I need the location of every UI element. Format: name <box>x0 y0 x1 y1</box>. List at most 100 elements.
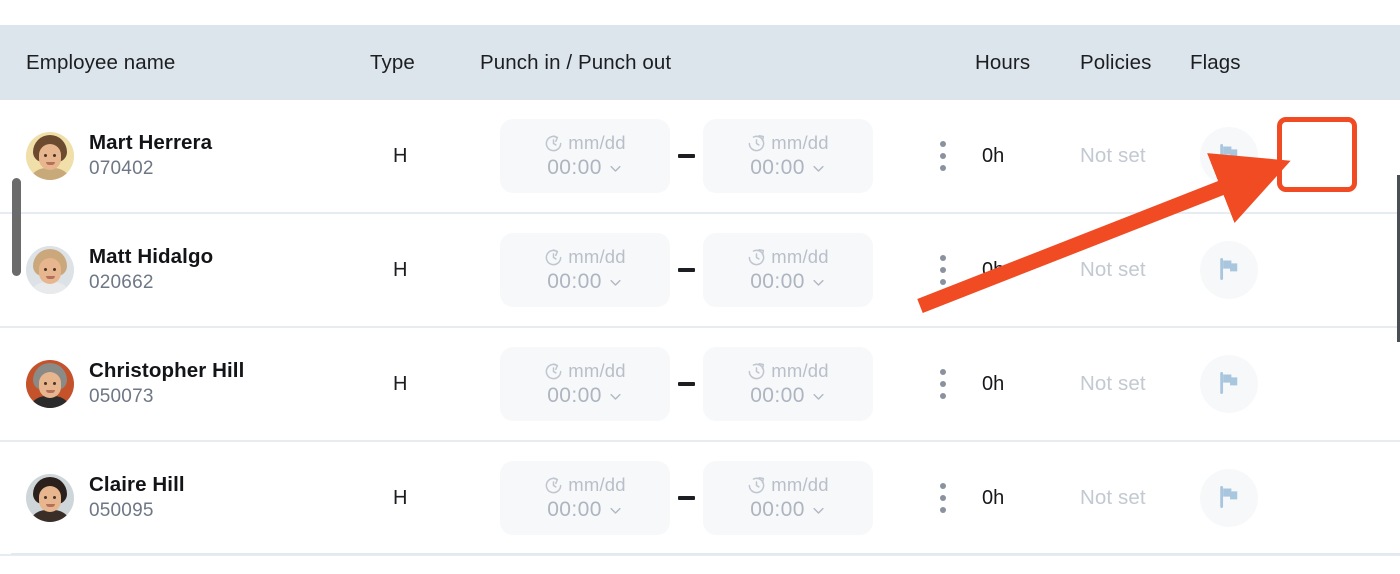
hours-value: 0h <box>982 372 1005 395</box>
flag-button[interactable] <box>1200 355 1258 413</box>
punch-in-time-select[interactable]: 00:00 <box>547 156 623 180</box>
table-row[interactable]: Christopher Hill 050073 H mm/dd 00:00 mm… <box>0 328 1400 442</box>
type-cell: H <box>370 373 480 396</box>
policies-value: Not set <box>1080 372 1146 395</box>
punch-out-time-select[interactable]: 00:00 <box>750 270 826 294</box>
punch-out-field[interactable]: mm/dd 00:00 <box>703 347 873 421</box>
punch-in-time-value: 00:00 <box>547 270 602 293</box>
employee-text: Claire Hill 050095 <box>89 473 185 522</box>
clock-arrow-out-icon <box>747 248 766 267</box>
employee-cell[interactable]: Mart Herrera 070402 <box>0 131 370 180</box>
kebab-dot-icon <box>939 393 946 399</box>
punch-out-field[interactable]: mm/dd 00:00 <box>703 233 873 307</box>
punch-range-separator <box>678 496 695 500</box>
kebab-dot-icon <box>939 267 946 273</box>
type-value: H <box>393 486 408 509</box>
policies-cell[interactable]: Not set <box>1080 144 1190 168</box>
punch-range-separator <box>678 154 695 158</box>
employee-id: 050095 <box>89 500 154 522</box>
timesheet-screen: Employee name Type Punch in / Punch out … <box>0 0 1400 574</box>
punch-range-separator <box>678 382 695 386</box>
kebab-dot-icon <box>939 255 946 261</box>
type-cell: H <box>370 259 480 282</box>
punch-in-time-value: 00:00 <box>547 384 602 407</box>
policies-cell[interactable]: Not set <box>1080 486 1190 510</box>
punch-out-date: mm/dd <box>747 360 829 382</box>
flags-cell <box>1190 355 1300 413</box>
clock-arrow-out-icon <box>747 476 766 495</box>
punch-in-field[interactable]: mm/dd 00:00 <box>500 461 670 535</box>
employee-cell[interactable]: Matt Hidalgo 020662 <box>0 245 370 294</box>
punch-out-date-placeholder: mm/dd <box>771 360 829 381</box>
punch-in-time-value: 00:00 <box>547 498 602 521</box>
row-actions-menu-button[interactable] <box>910 141 975 171</box>
punch-in-date: mm/dd <box>544 360 626 382</box>
hours-cell: 0h <box>975 259 1080 282</box>
punch-out-time-value: 00:00 <box>750 384 805 407</box>
row-actions-menu-button[interactable] <box>910 255 975 285</box>
punch-out-field[interactable]: mm/dd 00:00 <box>703 119 873 193</box>
vertical-scrollbar-left[interactable] <box>12 178 21 276</box>
punch-in-time-select[interactable]: 00:00 <box>547 498 623 522</box>
flags-cell <box>1190 241 1300 299</box>
column-header-punch[interactable]: Punch in / Punch out <box>480 51 910 75</box>
flag-button[interactable] <box>1200 127 1258 185</box>
flag-button[interactable] <box>1200 469 1258 527</box>
employee-name: Claire Hill <box>89 473 185 497</box>
column-header-flags[interactable]: Flags <box>1190 51 1300 75</box>
table-row[interactable]: Claire Hill 050095 H mm/dd 00:00 mm/dd 0… <box>0 442 1400 556</box>
kebab-dot-icon <box>939 507 946 513</box>
punch-in-time-select[interactable]: 00:00 <box>547 270 623 294</box>
employee-id: 020662 <box>89 272 154 294</box>
punch-cell: mm/dd 00:00 mm/dd 00:00 <box>480 461 910 535</box>
punch-out-time-select[interactable]: 00:00 <box>750 156 826 180</box>
clock-arrow-in-icon <box>544 134 563 153</box>
chevron-down-icon <box>811 389 826 404</box>
row-actions-menu-button[interactable] <box>910 369 975 399</box>
column-header-hours[interactable]: Hours <box>975 51 1080 75</box>
avatar <box>26 246 74 294</box>
chevron-down-icon <box>608 389 623 404</box>
table-row[interactable]: Mart Herrera 070402 H mm/dd 00:00 mm/dd … <box>0 100 1400 214</box>
column-header-policies[interactable]: Policies <box>1080 51 1190 75</box>
policies-cell[interactable]: Not set <box>1080 372 1190 396</box>
punch-cell: mm/dd 00:00 mm/dd 00:00 <box>480 119 910 193</box>
column-header-employee-name[interactable]: Employee name <box>0 51 370 75</box>
flag-icon <box>1216 484 1242 513</box>
type-cell: H <box>370 487 480 510</box>
policies-cell[interactable]: Not set <box>1080 258 1190 282</box>
flag-button[interactable] <box>1200 241 1258 299</box>
type-value: H <box>393 144 408 167</box>
flags-cell <box>1190 469 1300 527</box>
employee-id: 070402 <box>89 158 154 180</box>
type-value: H <box>393 372 408 395</box>
punch-out-time-value: 00:00 <box>750 156 805 179</box>
punch-out-time-select[interactable]: 00:00 <box>750 498 826 522</box>
employee-name: Matt Hidalgo <box>89 245 214 269</box>
employee-cell[interactable]: Claire Hill 050095 <box>0 473 370 522</box>
clock-arrow-out-icon <box>747 134 766 153</box>
row-actions-menu-button[interactable] <box>910 483 975 513</box>
column-header-type[interactable]: Type <box>370 51 480 75</box>
bottom-divider <box>11 553 1400 555</box>
punch-in-field[interactable]: mm/dd 00:00 <box>500 347 670 421</box>
punch-in-date-placeholder: mm/dd <box>568 246 626 267</box>
clock-arrow-in-icon <box>544 362 563 381</box>
punch-out-time-value: 00:00 <box>750 498 805 521</box>
punch-in-time-select[interactable]: 00:00 <box>547 384 623 408</box>
employee-text: Christopher Hill 050073 <box>89 359 245 407</box>
punch-in-time-value: 00:00 <box>547 156 602 179</box>
punch-out-time-select[interactable]: 00:00 <box>750 384 826 408</box>
employee-name: Christopher Hill <box>89 359 245 383</box>
kebab-dot-icon <box>939 153 946 159</box>
punch-in-date-placeholder: mm/dd <box>568 132 626 153</box>
punch-out-time-value: 00:00 <box>750 270 805 293</box>
flag-icon <box>1216 256 1242 285</box>
table-body: Mart Herrera 070402 H mm/dd 00:00 mm/dd … <box>0 100 1400 556</box>
table-row[interactable]: Matt Hidalgo 020662 H mm/dd 00:00 mm/dd … <box>0 214 1400 328</box>
punch-out-field[interactable]: mm/dd 00:00 <box>703 461 873 535</box>
table-header-row: Employee name Type Punch in / Punch out … <box>0 25 1400 100</box>
employee-cell[interactable]: Christopher Hill 050073 <box>0 359 370 408</box>
punch-in-field[interactable]: mm/dd 00:00 <box>500 119 670 193</box>
punch-in-field[interactable]: mm/dd 00:00 <box>500 233 670 307</box>
